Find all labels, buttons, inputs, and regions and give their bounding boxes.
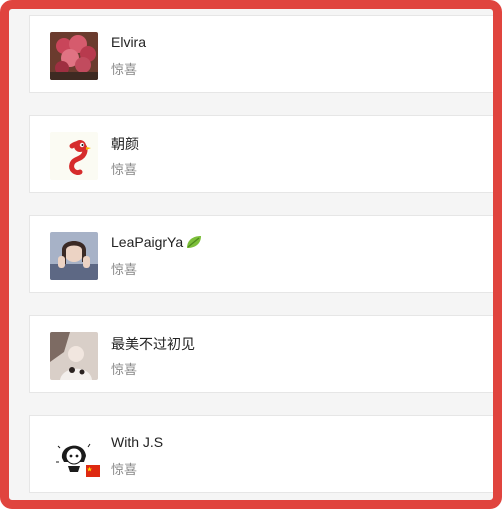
outer-frame: Elvira 惊喜 朝颜 惊喜 LeaPaigrYa 惊喜 最美不过初见 惊喜 … xyxy=(0,0,502,509)
contact-name: 最美不过初见 xyxy=(111,336,195,352)
contact-name: With J.S xyxy=(111,434,164,450)
contact-item-chaoyan[interactable]: 朝颜 惊喜 xyxy=(29,115,493,193)
contact-subtitle: 惊喜 xyxy=(111,62,138,77)
contact-subtitle: 惊喜 xyxy=(111,362,138,377)
leaf-emoji-icon xyxy=(185,234,203,253)
flowers-avatar-icon xyxy=(50,32,98,80)
girl-sketch-avatar-icon xyxy=(50,332,98,380)
contact-subtitle: 惊喜 xyxy=(111,162,138,177)
contact-name-text: LeaPaigrYa xyxy=(111,234,184,250)
contact-name: 朝颜 xyxy=(111,136,139,152)
contact-item-with-js[interactable]: With J.S 惊喜 xyxy=(29,415,493,493)
china-flag-icon xyxy=(86,464,100,477)
contact-item-elvira[interactable]: Elvira 惊喜 xyxy=(29,15,493,93)
contact-name: Elvira xyxy=(111,34,147,50)
cartoon-bird-avatar-icon xyxy=(50,132,98,180)
contact-subtitle: 惊喜 xyxy=(111,262,138,277)
girl-photo-avatar-icon xyxy=(50,232,98,280)
contact-item-leapaigrya[interactable]: LeaPaigrYa 惊喜 xyxy=(29,215,493,293)
contact-name: LeaPaigrYa xyxy=(111,234,203,253)
contact-subtitle: 惊喜 xyxy=(111,462,138,477)
contact-item-zuimei[interactable]: 最美不过初见 惊喜 xyxy=(29,315,493,393)
contact-list: Elvira 惊喜 朝颜 惊喜 LeaPaigrYa 惊喜 最美不过初见 惊喜 … xyxy=(19,15,493,500)
